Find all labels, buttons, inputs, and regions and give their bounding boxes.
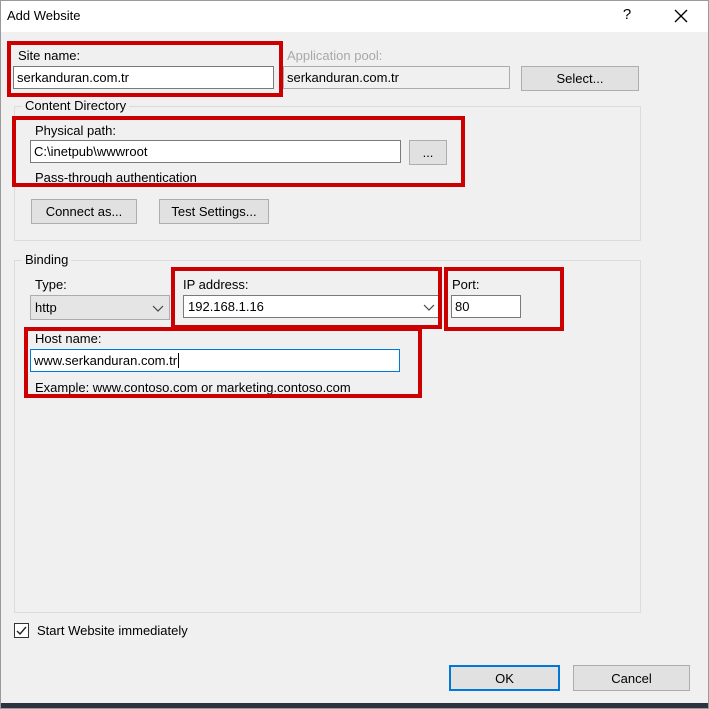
help-icon[interactable]: ? [619, 6, 635, 26]
ip-address-value: 192.168.1.16 [188, 299, 264, 314]
taskbar-edge [0, 703, 709, 709]
host-name-label: Host name: [35, 331, 102, 346]
chevron-down-icon [423, 304, 435, 311]
binding-title: Binding [22, 252, 72, 267]
ip-address-select[interactable]: 192.168.1.16 [183, 295, 441, 318]
content-directory-title: Content Directory [22, 98, 130, 113]
window-title: Add Website [7, 8, 81, 23]
app-pool-field: serkanduran.com.tr [283, 66, 510, 89]
cancel-button[interactable]: Cancel [573, 665, 690, 691]
host-name-input[interactable]: www.serkanduran.com.tr [30, 349, 400, 372]
port-label: Port: [452, 277, 480, 292]
port-input[interactable]: 80 [451, 295, 521, 318]
physical-path-input[interactable]: C:\inetpub\wwwroot [30, 140, 401, 163]
text-caret [178, 353, 180, 368]
close-icon[interactable] [668, 4, 694, 28]
browse-button[interactable]: ... [409, 140, 447, 165]
start-website-checkbox[interactable] [14, 623, 29, 638]
test-settings-button[interactable]: Test Settings... [159, 199, 269, 224]
connect-as-button[interactable]: Connect as... [31, 199, 137, 224]
check-icon [16, 626, 27, 636]
ip-address-label: IP address: [183, 277, 249, 292]
type-value: http [35, 300, 57, 315]
ok-button[interactable]: OK [449, 665, 560, 691]
start-website-label: Start Website immediately [37, 623, 188, 638]
site-name-label: Site name: [18, 48, 81, 63]
title-bar [0, 0, 709, 32]
host-example-text: Example: www.contoso.com or marketing.co… [35, 380, 351, 395]
physical-path-label: Physical path: [35, 123, 116, 138]
select-app-pool-button[interactable]: Select... [521, 66, 639, 91]
auth-text: Pass-through authentication [35, 170, 197, 185]
host-name-value: www.serkanduran.com.tr [34, 353, 178, 368]
type-select[interactable]: http [30, 295, 170, 320]
app-pool-label: Application pool: [287, 48, 383, 63]
type-label: Type: [35, 277, 67, 292]
chevron-down-icon [152, 305, 164, 312]
site-name-input[interactable]: serkanduran.com.tr [13, 66, 274, 89]
